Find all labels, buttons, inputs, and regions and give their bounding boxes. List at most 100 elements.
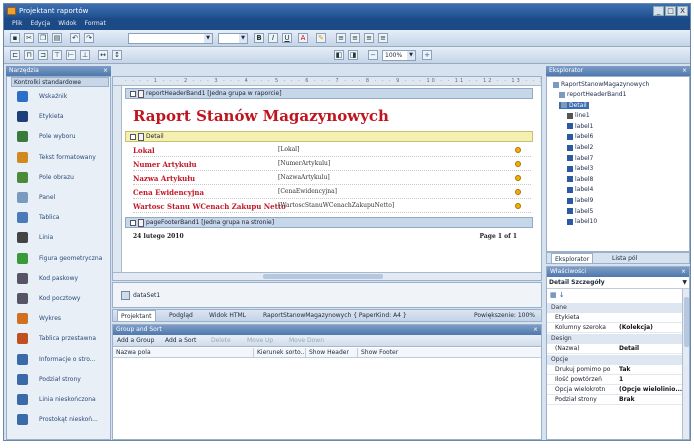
properties-scrollbar[interactable] [682,289,689,439]
collapse-icon[interactable] [130,220,136,226]
tree-node[interactable]: reportHeaderBand1 [559,91,626,98]
menu-file[interactable]: Plik [12,18,22,30]
column-header[interactable]: Show Header [305,348,355,358]
italic-icon[interactable]: I [268,33,278,43]
property-row[interactable]: Podział strony Brak [547,395,683,405]
tab-designer[interactable]: Projektant [117,310,156,322]
toolbox-item[interactable]: Pole obrazu [17,171,112,186]
field-binding[interactable]: [NumerArtykulu] [278,160,330,167]
property-value[interactable]: (Opcje wielolinio... [619,385,683,395]
tree-node[interactable]: label7 [567,155,593,162]
send-back-icon[interactable]: ◨ [348,50,358,60]
toolbox-item[interactable]: Kod pocztowy [17,293,112,307]
align-bottoms-icon[interactable]: ⊥ [80,50,90,60]
column-header[interactable]: Show Footer [357,348,407,358]
undo-icon[interactable]: ↶ [70,33,80,43]
same-height-icon[interactable]: ↕ [112,50,122,60]
same-width-icon[interactable]: ↔ [98,50,108,60]
move-up-button[interactable]: Move Up [247,335,273,346]
align-rights-icon[interactable]: ⊐ [38,50,48,60]
property-row[interactable]: Opcja wielokrotn (Opcje wielolinio... [547,385,683,395]
toolbox-item[interactable]: Wykres [17,313,112,327]
toolbox-item[interactable]: Panel [17,192,112,206]
add-sort-button[interactable]: Add a Sort [165,335,196,346]
align-centers-icon[interactable]: ⊓ [24,50,34,60]
bring-front-icon[interactable]: ◧ [334,50,344,60]
align-right-icon[interactable]: ≡ [364,33,374,43]
toolbox-item[interactable]: Wskaźnik [17,91,112,105]
toolbox-item[interactable]: Prostokąt nieskoń... [17,414,112,428]
property-row[interactable]: Ilość powtórzeń 1 [547,375,683,385]
field-label[interactable]: Cena Ewidencyjna [133,188,204,197]
back-color-icon[interactable]: ✎ [316,33,326,43]
field-binding[interactable]: [WartoscStanuWCenachZakupuNetto] [278,202,394,209]
footer-page-number[interactable]: Page 1 of 1 [480,233,517,240]
property-value[interactable]: Tak [619,365,683,375]
field-label[interactable]: Nazwa Artykułu [133,174,195,183]
tree-root[interactable]: RaportStanowMagazynowych [553,81,649,88]
menu-view[interactable]: Widok [58,18,76,30]
tree-node[interactable]: label9 [567,197,593,204]
maximize-button[interactable]: □ [665,6,676,16]
report-title[interactable]: Raport Stanów Magazynowych [133,107,389,125]
category-options[interactable]: Opcje [547,355,683,365]
menu-format[interactable]: Format [85,18,106,30]
align-tops-icon[interactable]: ⊤ [52,50,62,60]
field-label[interactable]: Wartosc Stanu WCenach Zakupu Netto [133,202,286,211]
underline-icon[interactable]: U [282,33,292,43]
tree-node[interactable]: line1 [567,112,590,119]
property-value[interactable]: 1 [619,375,683,385]
zoom-in-icon[interactable]: + [422,50,432,60]
add-group-button[interactable]: Add a Group [117,335,154,346]
property-row[interactable]: Kolumny szeroka (Kolekcja) [547,323,683,333]
tree-node[interactable]: label10 [567,218,597,225]
toolbox-item[interactable]: Figura geometryczna [17,252,112,267]
column-header[interactable]: Kierunek sorto... [253,348,306,358]
property-row[interactable]: (Nazwa) Detail [547,344,683,354]
font-color-icon[interactable]: A [298,33,308,43]
bold-icon[interactable]: B [254,33,264,43]
smart-tag-icon[interactable] [515,175,521,181]
detail-band[interactable]: Detail [125,131,533,142]
object-selector[interactable]: Detail Szczegóły ▼ [547,277,689,289]
property-row[interactable]: Etykieta [547,313,683,323]
toolbox-item[interactable]: Tablica przestawna [17,333,112,347]
smart-tag-icon[interactable] [515,189,521,195]
pin-icon[interactable]: ⨯ [682,66,687,76]
designer-hscrollbar[interactable] [113,272,541,280]
category-data[interactable]: Dane [547,303,683,313]
field-binding[interactable]: [NazwaArtykulu] [278,174,330,181]
tab-preview[interactable]: Podgląd [169,310,193,322]
toolbox-item[interactable]: Linia nieskończona [17,394,112,408]
collapse-icon[interactable] [130,134,136,140]
justify-icon[interactable]: ≡ [378,33,388,43]
tree-node[interactable]: label8 [567,176,593,183]
smart-tag-icon[interactable] [515,161,521,167]
field-label[interactable]: Lokal [133,146,155,155]
close-button[interactable]: X [677,6,688,16]
tab-html-view[interactable]: Widok HTML [209,310,246,322]
column-header[interactable]: Nazwa pola [113,348,203,358]
menu-edit[interactable]: Edycja [30,18,50,30]
minimize-button[interactable]: _ [653,6,664,16]
delete-button[interactable]: Delete [211,335,231,346]
toolbox-item[interactable]: Podział strony [17,373,112,388]
property-row[interactable]: Drukuj pomimo po Tak [547,365,683,375]
tree-node[interactable]: label6 [567,133,593,140]
sort-categorized-icon[interactable]: ▦ ↓ [550,291,565,299]
collapse-icon[interactable] [130,91,136,97]
font-name-combo[interactable]: ▼ [128,33,213,44]
align-lefts-icon[interactable]: ⊏ [10,50,20,60]
property-value[interactable]: Detail [619,344,683,354]
paste-icon[interactable]: ▤ [52,33,62,43]
footer-date[interactable]: 24 lutego 2010 [133,233,184,240]
pin-icon[interactable]: ⨯ [103,66,108,76]
smart-tag-icon[interactable] [515,203,521,209]
move-down-button[interactable]: Move Down [289,335,324,346]
toolbox-section[interactable]: Kontrolki standardowe [11,77,109,87]
smart-tag-icon[interactable] [515,147,521,153]
pin-icon[interactable]: ⨯ [681,267,686,277]
align-middles-icon[interactable]: ⊢ [66,50,76,60]
chevron-down-icon[interactable]: ▼ [682,277,687,288]
zoom-out-icon[interactable]: − [368,50,378,60]
